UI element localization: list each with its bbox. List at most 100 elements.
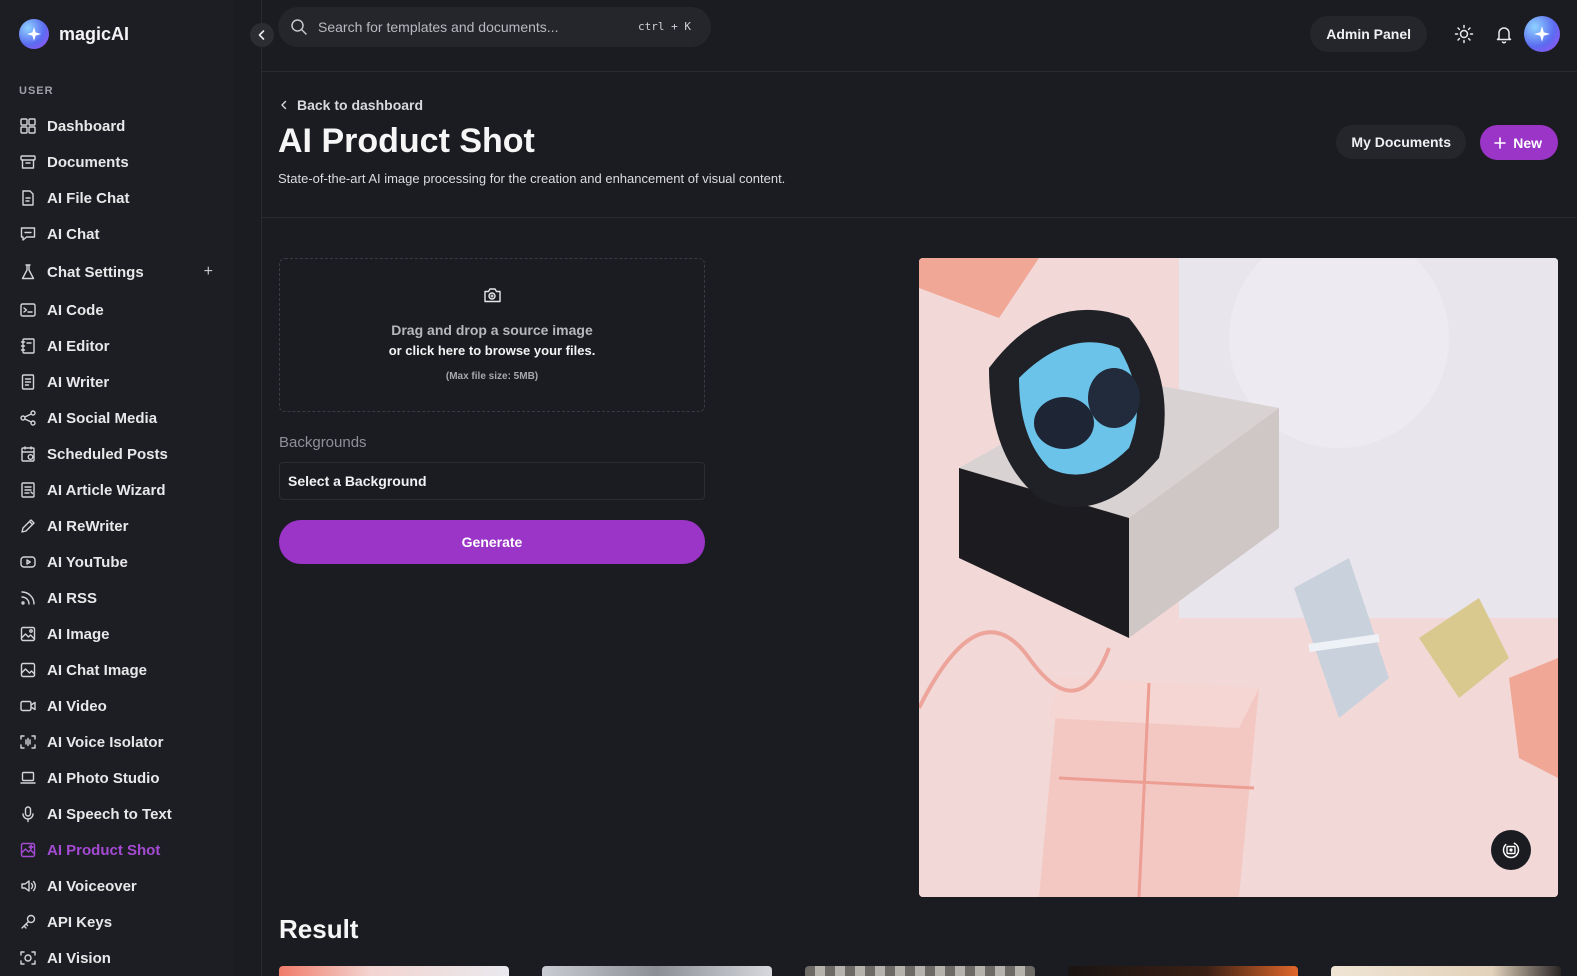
chevron-left-icon (281, 100, 287, 110)
sidebar-item-ai-writer[interactable]: AI Writer (0, 364, 233, 400)
video-icon (20, 700, 36, 712)
sidebar-item-ai-photo-studio[interactable]: AI Photo Studio (0, 760, 233, 796)
sidebar-item-label: AI Image (47, 625, 110, 643)
camera-plus-icon (484, 288, 501, 303)
bell-icon[interactable] (1494, 24, 1514, 44)
sidebar-item-label: AI Speech to Text (47, 805, 172, 823)
voice-isolator-icon (20, 735, 36, 749)
notebook-icon (20, 338, 35, 354)
sparkle-avatar-icon (1534, 26, 1550, 42)
sidebar-item-label: AI Video (47, 697, 107, 715)
page-title: AI Product Shot (278, 122, 535, 160)
admin-panel-button[interactable]: Admin Panel (1310, 16, 1427, 52)
back-to-dashboard-link[interactable]: Back to dashboard (279, 97, 423, 113)
sidebar-item-ai-speech-to-text[interactable]: AI Speech to Text (0, 796, 233, 832)
scan-icon (20, 951, 36, 965)
result-thumbnail[interactable] (542, 966, 772, 976)
result-thumbnail[interactable] (279, 966, 509, 976)
sidebar-item-ai-rss[interactable]: AI RSS (0, 580, 233, 616)
search-icon (291, 19, 307, 35)
pen-icon (21, 519, 35, 533)
sidebar-item-dashboard[interactable]: Dashboard (0, 108, 233, 144)
sidebar-item-ai-chat[interactable]: AI Chat (0, 216, 233, 252)
sidebar-item-label: Chat Settings (47, 263, 144, 281)
page-header: Back to dashboard AI Product Shot State-… (262, 72, 1577, 218)
sidebar-item-chat-settings[interactable]: Chat Settings + (0, 252, 233, 292)
sidebar-item-ai-article-wizard[interactable]: AI Article Wizard (0, 472, 233, 508)
result-thumbnail[interactable] (1331, 966, 1561, 976)
sidebar-item-ai-product-shot[interactable]: AI Product Shot (0, 832, 233, 868)
sidebar-item-ai-chat-image[interactable]: AI Chat Image (0, 652, 233, 688)
image-dropzone[interactable]: Drag and drop a source image or click he… (279, 258, 705, 412)
sidebar-item-label: AI YouTube (47, 553, 128, 571)
sidebar-item-label: AI Chat (47, 225, 100, 243)
preview-action-button[interactable] (1491, 830, 1531, 870)
search-shortcut: ctrl + K (638, 20, 691, 33)
youtube-icon (20, 556, 36, 568)
sidebar-item-ai-file-chat[interactable]: AI File Chat (0, 180, 233, 216)
search-input[interactable] (318, 19, 628, 35)
background-select[interactable]: Select a Background (279, 462, 705, 500)
sidebar-item-label: AI Writer (47, 373, 110, 391)
sidebar-item-scheduled-posts[interactable]: Scheduled Posts (0, 436, 233, 472)
topbar: ctrl + K Admin Panel (262, 0, 1577, 72)
sidebar-item-ai-voiceover[interactable]: AI Voiceover (0, 868, 233, 904)
result-title: Result (279, 914, 359, 944)
flask-icon (21, 264, 35, 280)
sun-icon[interactable] (1454, 24, 1474, 44)
key-icon (21, 914, 36, 929)
sidebar-item-label: AI Voiceover (47, 877, 137, 895)
calendar-doc-icon (21, 446, 35, 462)
sidebar-item-label: AI Social Media (47, 409, 158, 427)
sidebar-item-label: AI Vision (47, 949, 111, 967)
dashboard-icon (20, 118, 36, 134)
chat-image-icon (20, 662, 36, 678)
sidebar-item-ai-vision[interactable]: AI Vision (0, 940, 233, 976)
rss-icon (21, 591, 35, 605)
sidebar-item-documents[interactable]: Documents (0, 144, 233, 180)
backgrounds-label: Backgrounds (279, 434, 367, 451)
sidebar-item-label: Documents (47, 153, 129, 171)
sidebar-item-label: AI Product Shot (47, 841, 161, 859)
archive-icon (20, 155, 36, 169)
sidebar-item-label: AI Chat Image (47, 661, 148, 679)
generate-button[interactable]: Generate (279, 520, 705, 564)
sidebar-item-ai-editor[interactable]: AI Editor (0, 328, 233, 364)
share-icon (20, 410, 36, 426)
sidebar-item-ai-image[interactable]: AI Image (0, 616, 233, 652)
dropzone-browse-text: or click here to browse your files. (388, 343, 596, 358)
brand-name: magicAI (59, 23, 130, 44)
sidebar-item-api-keys[interactable]: API Keys (0, 904, 233, 940)
chat-icon (20, 227, 36, 241)
chat-settings-add-icon[interactable]: + (204, 263, 213, 281)
result-thumbnail[interactable] (1068, 966, 1298, 976)
sidebar-item-ai-youtube[interactable]: AI YouTube (0, 544, 233, 580)
sidebar-item-ai-social-media[interactable]: AI Social Media (0, 400, 233, 436)
search-bar[interactable]: ctrl + K (278, 7, 711, 47)
my-documents-button[interactable]: My Documents (1336, 125, 1466, 159)
result-thumbnail[interactable] (805, 966, 1035, 976)
sidebar-item-label: AI Editor (47, 337, 110, 355)
laptop-icon (20, 771, 36, 784)
brand[interactable]: magicAI (19, 19, 129, 49)
document-icon (21, 374, 35, 390)
sidebar-item-ai-rewriter[interactable]: AI ReWriter (0, 508, 233, 544)
sidebar-item-label: AI RSS (47, 589, 98, 607)
new-button-label: New (1513, 134, 1542, 151)
sidebar-item-label: Scheduled Posts (47, 445, 168, 463)
sidebar-item-ai-code[interactable]: AI Code (0, 292, 233, 328)
sidebar-collapse-button[interactable] (250, 23, 274, 47)
new-button[interactable]: New (1480, 125, 1558, 160)
sidebar-item-label: AI File Chat (47, 189, 130, 207)
sidebar-item-ai-video[interactable]: AI Video (0, 688, 233, 724)
sidebar-item-label: AI Voice Isolator (47, 733, 164, 751)
sidebar-item-ai-voice-isolator[interactable]: AI Voice Isolator (0, 724, 233, 760)
sidebar-item-label: AI Photo Studio (47, 769, 160, 787)
user-avatar[interactable] (1524, 16, 1560, 52)
dropzone-instruction: Drag and drop a source image (391, 322, 593, 338)
sidebar-item-label: AI Code (47, 301, 104, 319)
chevron-left-icon (258, 30, 265, 40)
terminal-icon (20, 303, 36, 317)
sidebar-section-label: USER (19, 85, 54, 97)
microphone-icon (22, 806, 34, 823)
